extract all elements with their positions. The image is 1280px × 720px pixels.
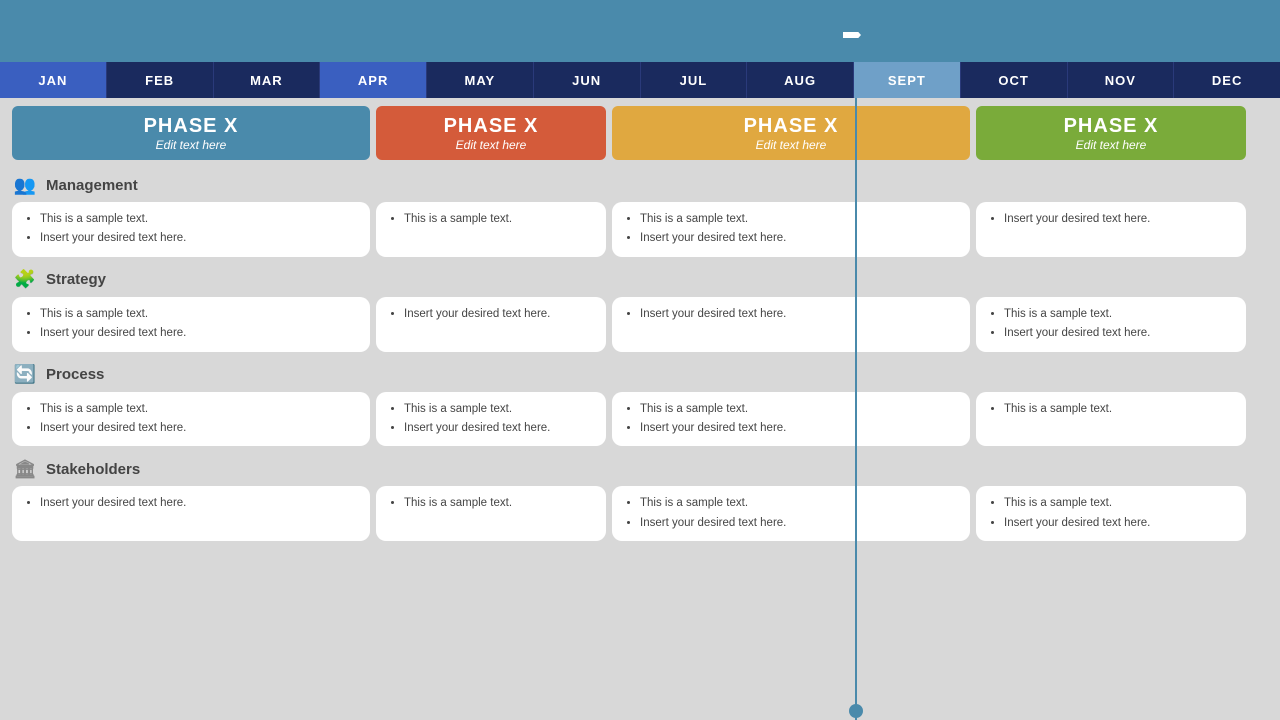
month-cell-may: MAY <box>427 62 534 98</box>
today-line <box>855 98 857 720</box>
cards-row-stakeholders: Insert your desired text here.This is a … <box>12 486 1268 541</box>
section-header-strategy: 🧩 Strategy <box>12 263 1268 297</box>
list-item: Insert your desired text here. <box>40 494 358 512</box>
section-icon-stakeholders: 🏛 <box>12 456 38 482</box>
card-strategy-2: Insert your desired text here. <box>376 297 606 352</box>
today-dot <box>849 704 863 718</box>
list-item: Insert your desired text here. <box>404 419 594 437</box>
section-process: 🔄 ProcessThis is a sample text.Insert yo… <box>0 356 1280 451</box>
section-management: 👥 ManagementThis is a sample text.Insert… <box>0 166 1280 261</box>
list-item: This is a sample text. <box>1004 305 1234 323</box>
list-item: This is a sample text. <box>40 305 358 323</box>
month-cell-sept: SEPT <box>854 62 961 98</box>
list-item: Insert your desired text here. <box>40 419 358 437</box>
section-header-stakeholders: 🏛 Stakeholders <box>12 452 1268 486</box>
list-item: This is a sample text. <box>640 400 958 418</box>
list-item: Insert your desired text here. <box>40 229 358 247</box>
phase-row: PHASE X Edit text here PHASE X Edit text… <box>0 98 1280 166</box>
list-item: This is a sample text. <box>40 400 358 418</box>
list-item: Insert your desired text here. <box>640 514 958 532</box>
card-strategy-4: This is a sample text.Insert your desire… <box>976 297 1246 352</box>
app-container: JANFEBMARAPRMAYJUNJULAUGSEPTOCTNOVDEC PH… <box>0 0 1280 720</box>
list-item: Insert your desired text here. <box>40 324 358 342</box>
month-cell-oct: OCT <box>961 62 1068 98</box>
month-cell-aug: AUG <box>747 62 854 98</box>
card-stakeholders-3: This is a sample text. Insert your desire… <box>612 486 970 541</box>
section-icon-management: 👥 <box>12 172 38 198</box>
list-item: Insert your desired text here. <box>640 419 958 437</box>
main-content: PHASE X Edit text here PHASE X Edit text… <box>0 98 1280 720</box>
list-item: This is a sample text. <box>1004 400 1234 418</box>
phase-sub-2: Edit text here <box>456 138 527 152</box>
cards-row-strategy: This is a sample text.Insert your desire… <box>12 297 1268 352</box>
section-label-stakeholders: Stakeholders <box>46 461 140 478</box>
month-cell-apr: APR <box>320 62 427 98</box>
card-management-3: This is a sample text.Insert your desire… <box>612 202 970 257</box>
page-title <box>0 0 1280 30</box>
section-icon-process: 🔄 <box>12 362 38 388</box>
today-flag <box>843 32 861 38</box>
month-cell-jan: JAN <box>0 62 107 98</box>
phase-block-1: PHASE X Edit text here <box>12 106 370 160</box>
list-item: This is a sample text. <box>40 210 358 228</box>
phase-sub-4: Edit text here <box>1076 138 1147 152</box>
card-process-4: This is a sample text. <box>976 392 1246 447</box>
month-cell-nov: NOV <box>1068 62 1175 98</box>
month-cell-mar: MAR <box>214 62 321 98</box>
section-icon-strategy: 🧩 <box>12 267 38 293</box>
card-strategy-1: This is a sample text.Insert your desire… <box>12 297 370 352</box>
phase-sub-1: Edit text here <box>156 138 227 152</box>
list-item: Insert your desired text here. <box>640 305 958 323</box>
card-process-1: This is a sample text.Insert your desire… <box>12 392 370 447</box>
list-item: This is a sample text. <box>404 210 594 228</box>
list-item: This is a sample text. <box>404 494 594 512</box>
phase-block-4: PHASE X Edit text here <box>976 106 1246 160</box>
list-item: This is a sample text. <box>640 494 958 512</box>
cards-row-process: This is a sample text.Insert your desire… <box>12 392 1268 447</box>
card-management-2: This is a sample text. <box>376 202 606 257</box>
list-item: Insert your desired text here. <box>1004 324 1234 342</box>
phase-block-3: PHASE X Edit text here <box>612 106 970 160</box>
card-management-1: This is a sample text.Insert your desire… <box>12 202 370 257</box>
month-cell-jul: JUL <box>641 62 748 98</box>
list-item: Insert your desired text here. <box>1004 514 1234 532</box>
list-item: This is a sample text. <box>640 210 958 228</box>
list-item: This is a sample text. <box>1004 494 1234 512</box>
cards-row-management: This is a sample text.Insert your desire… <box>12 202 1268 257</box>
phase-title-3: PHASE X <box>744 115 839 138</box>
section-stakeholders: 🏛 StakeholdersInsert your desired text h… <box>0 450 1280 545</box>
list-item: Insert your desired text here. <box>404 305 594 323</box>
list-item: Insert your desired text here. <box>640 229 958 247</box>
list-item: This is a sample text. <box>404 400 594 418</box>
month-cell-jun: JUN <box>534 62 641 98</box>
card-management-4: Insert your desired text here. <box>976 202 1246 257</box>
card-process-2: This is a sample text.Insert your desire… <box>376 392 606 447</box>
section-label-management: Management <box>46 177 138 194</box>
phase-block-2: PHASE X Edit text here <box>376 106 606 160</box>
phase-title-1: PHASE X <box>144 115 239 138</box>
phase-title-4: PHASE X <box>1064 115 1159 138</box>
card-stakeholders-2: This is a sample text. <box>376 486 606 541</box>
section-header-management: 👥 Management <box>12 168 1268 202</box>
section-header-process: 🔄 Process <box>12 358 1268 392</box>
phase-sub-3: Edit text here <box>756 138 827 152</box>
card-strategy-3: Insert your desired text here. <box>612 297 970 352</box>
section-label-strategy: Strategy <box>46 271 106 288</box>
month-cell-feb: FEB <box>107 62 214 98</box>
list-item: Insert your desired text here. <box>1004 210 1234 228</box>
sections-container: 👥 ManagementThis is a sample text.Insert… <box>0 166 1280 545</box>
phase-title-2: PHASE X <box>444 115 539 138</box>
card-stakeholders-4: This is a sample text. Insert your desire… <box>976 486 1246 541</box>
section-strategy: 🧩 StrategyThis is a sample text.Insert y… <box>0 261 1280 356</box>
month-cell-dec: DEC <box>1174 62 1280 98</box>
card-process-3: This is a sample text.Insert your desire… <box>612 392 970 447</box>
card-stakeholders-1: Insert your desired text here. <box>12 486 370 541</box>
timeline-wrapper: JANFEBMARAPRMAYJUNJULAUGSEPTOCTNOVDEC PH… <box>0 30 1280 720</box>
months-row: JANFEBMARAPRMAYJUNJULAUGSEPTOCTNOVDEC <box>0 62 1280 98</box>
section-label-process: Process <box>46 366 104 383</box>
